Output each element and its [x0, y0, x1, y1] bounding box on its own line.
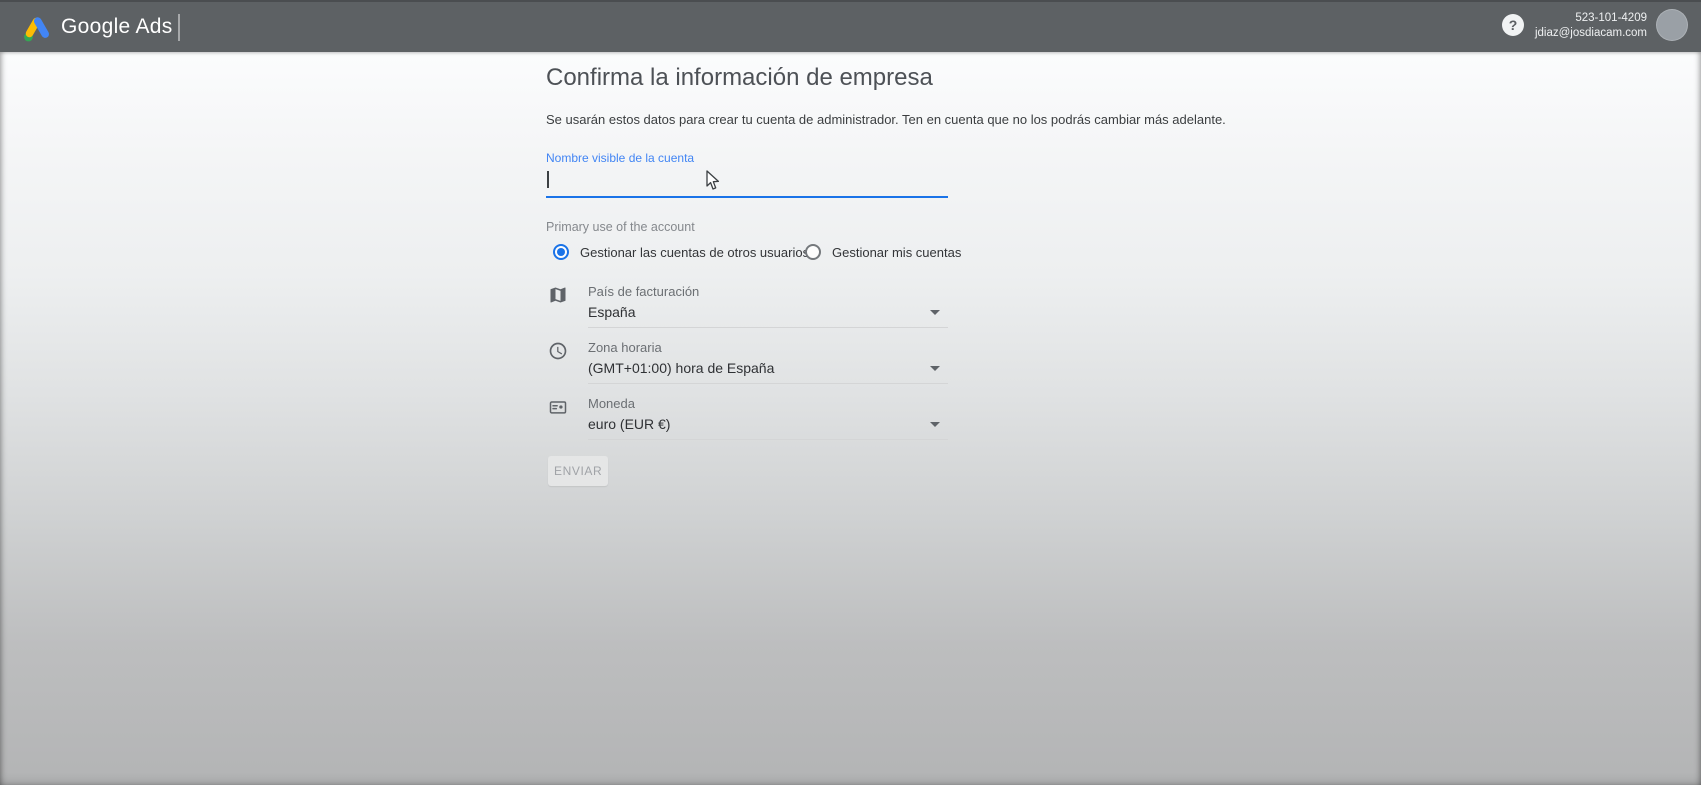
radio-option-manage-others[interactable]: Gestionar las cuentas de otros usuarios — [553, 244, 809, 260]
currency-value[interactable]: euro (EUR €) — [588, 416, 670, 432]
google-ads-logo-icon — [24, 16, 50, 41]
google-ads-logo[interactable]: Google Ads — [22, 2, 173, 52]
account-name-underline — [546, 196, 948, 198]
radio-option-label: Gestionar las cuentas de otros usuarios — [580, 244, 810, 260]
help-glyph: ? — [1508, 17, 1518, 33]
help-icon[interactable]: ? — [1502, 14, 1524, 36]
currency-field: Moneda euro (EUR €) — [546, 394, 948, 450]
submit-button[interactable]: ENVIAR — [548, 456, 608, 486]
header-email: jdiaz@josdiacam.com — [1534, 27, 1647, 39]
radio-option-manage-own[interactable]: Gestionar mis cuentas — [805, 244, 961, 260]
primary-use-label: Primary use of the account — [546, 220, 695, 234]
currency-label: Moneda — [588, 396, 635, 411]
billing-country-label: País de facturación — [588, 284, 700, 299]
google-ads-setup-screen: Google Ads ? 523-101-4209 jdiaz@josdiaca… — [0, 0, 1701, 785]
time-zone-field: Zona horaria (GMT+01:00) hora de España — [546, 338, 948, 394]
field-underline — [588, 439, 948, 440]
account-name-label: Nombre visible de la cuenta — [546, 151, 695, 165]
card-icon — [548, 397, 568, 417]
text-caret — [547, 171, 549, 188]
field-underline — [588, 327, 948, 328]
avatar[interactable] — [1656, 9, 1688, 41]
clock-icon — [548, 341, 568, 361]
time-zone-label: Zona horaria — [588, 340, 662, 355]
dropdown-arrow-icon[interactable] — [930, 310, 940, 315]
dropdown-arrow-icon[interactable] — [930, 366, 940, 371]
billing-country-field: País de facturación España — [546, 282, 948, 338]
field-underline — [588, 383, 948, 384]
page-subtitle: Se usarán estos datos para crear tu cuen… — [546, 112, 1226, 127]
map-icon — [548, 285, 568, 305]
dropdown-arrow-icon[interactable] — [930, 422, 940, 427]
account-name-input[interactable] — [546, 167, 948, 195]
billing-country-value[interactable]: España — [588, 304, 635, 320]
page-title: Confirma la información de empresa — [546, 64, 933, 91]
brand-name: Google Ads — [61, 15, 173, 38]
account-contact-info: 523-101-4209 jdiaz@josdiacam.com — [1535, 11, 1647, 41]
top-app-bar: Google Ads ? 523-101-4209 jdiaz@josdiaca… — [0, 0, 1701, 52]
header-divider — [178, 14, 180, 41]
time-zone-value[interactable]: (GMT+01:00) hora de España — [588, 360, 774, 376]
header-phone: 523-101-4209 — [1575, 12, 1647, 24]
radio-selected-icon[interactable] — [553, 244, 569, 260]
radio-option-label: Gestionar mis cuentas — [832, 244, 962, 260]
radio-unselected-icon[interactable] — [805, 244, 821, 260]
